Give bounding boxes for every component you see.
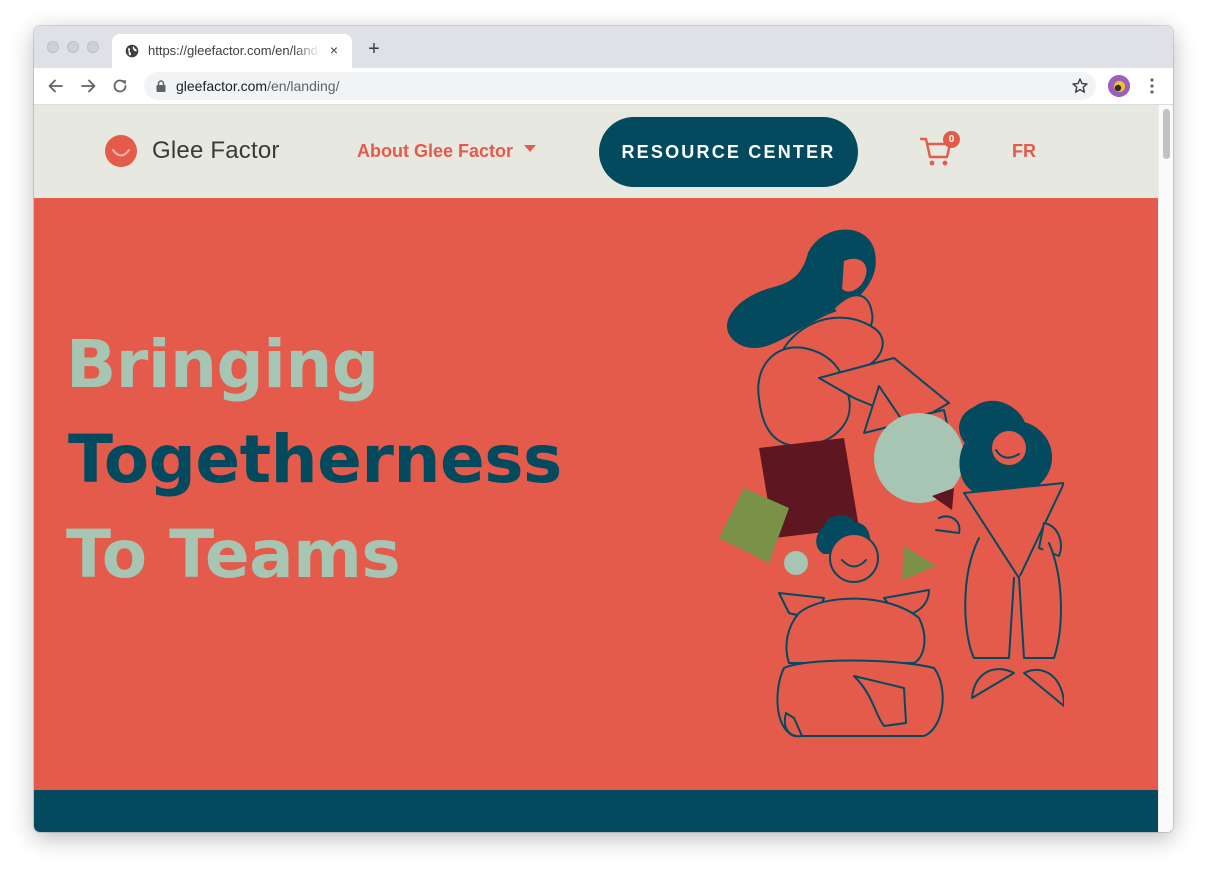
minimize-window-button[interactable]: [67, 41, 79, 53]
zoom-window-button[interactable]: [87, 41, 99, 53]
back-icon[interactable]: [46, 76, 66, 96]
url-host: gleefactor.com: [176, 78, 268, 94]
hero-section: Bringing Togetherness To Teams: [34, 198, 1158, 790]
scrollbar-thumb[interactable]: [1163, 109, 1170, 159]
url-text: gleefactor.com/en/landing/: [176, 78, 339, 94]
page-viewport: Glee Factor About Glee Factor RESOURCE C…: [34, 105, 1158, 832]
caret-down-icon[interactable]: [524, 145, 536, 153]
close-window-button[interactable]: [47, 41, 59, 53]
logo-smile-icon[interactable]: [104, 134, 138, 168]
resource-center-button[interactable]: RESOURCE CENTER: [599, 117, 858, 187]
lock-icon: [156, 80, 166, 92]
section-band: [34, 790, 1158, 832]
tab-strip: https://gleefactor.com/en/landing/ × +: [34, 26, 1173, 68]
hero-heading-line-3: To Teams: [66, 516, 401, 593]
about-menu-link[interactable]: About Glee Factor: [357, 140, 513, 162]
browser-window: https://gleefactor.com/en/landing/ × + g…: [34, 26, 1173, 832]
avatar-image: [1108, 75, 1130, 97]
logo-text[interactable]: Glee Factor: [152, 136, 280, 166]
close-icon[interactable]: ×: [326, 42, 342, 58]
address-bar[interactable]: gleefactor.com/en/landing/: [144, 72, 1096, 100]
globe-icon: [125, 44, 139, 58]
browser-toolbar: gleefactor.com/en/landing/: [34, 68, 1173, 105]
hero-heading-line-2: Togetherness: [68, 421, 562, 498]
star-icon[interactable]: [1071, 77, 1089, 95]
reload-icon[interactable]: [110, 76, 130, 96]
page-scrollbar[interactable]: [1158, 105, 1173, 832]
url-path: /en/landing/: [267, 78, 340, 94]
plus-icon[interactable]: +: [364, 39, 384, 59]
browser-tab[interactable]: https://gleefactor.com/en/landing/ ×: [112, 34, 352, 68]
cart-count-badge: 0: [943, 131, 960, 148]
site-header: Glee Factor About Glee Factor RESOURCE C…: [34, 105, 1158, 198]
forward-icon[interactable]: [78, 76, 98, 96]
hero-heading-line-1: Bringing: [66, 326, 379, 403]
avatar[interactable]: [1108, 75, 1130, 97]
tab-title: https://gleefactor.com/en/landing/: [148, 43, 320, 58]
language-toggle[interactable]: FR: [1012, 140, 1036, 162]
more-icon[interactable]: [1144, 76, 1160, 96]
team-illustration: [719, 229, 1064, 738]
